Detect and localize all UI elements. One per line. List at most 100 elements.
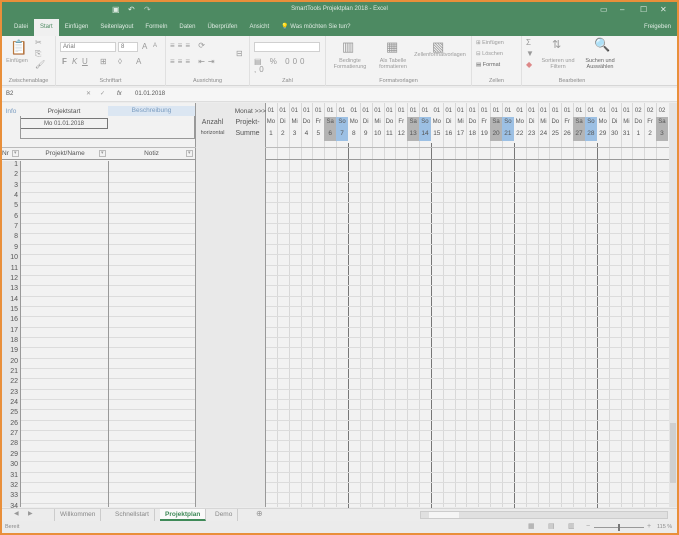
delete-cells-button[interactable]: ⊟ Löschen: [476, 51, 503, 57]
row-line: [265, 316, 669, 318]
clipboard-label: Zwischenablage: [8, 78, 49, 84]
tab-ansicht[interactable]: Ansicht: [243, 19, 275, 36]
window-title: SmartTools Projektplan 2018 - Excel: [291, 6, 388, 12]
day-month: 01: [409, 108, 417, 114]
horizontal-scrollbar[interactable]: [420, 511, 668, 519]
fx-icon[interactable]: fx: [117, 91, 122, 97]
sheet-tab-projektplan[interactable]: Projektplan: [160, 509, 207, 521]
cancel-icon[interactable]: ✕: [86, 91, 91, 97]
filter-dropdown-icon[interactable]: ▾: [186, 150, 193, 157]
row-number: 31: [10, 471, 18, 479]
format-cells-button[interactable]: ▤ Format: [476, 62, 500, 68]
find-icon: 🔍: [594, 37, 611, 52]
italic-icon[interactable]: K: [72, 58, 77, 66]
conditional-format-button[interactable]: Bedingte Formatierung: [328, 58, 372, 70]
maximize-icon[interactable]: ☐: [640, 6, 647, 14]
row-number: 3: [14, 181, 18, 189]
row-line: [265, 502, 669, 504]
tab-einfuegen[interactable]: Einfügen: [59, 19, 95, 36]
day-month: 01: [563, 108, 571, 114]
next-sheet-icon[interactable]: ▶: [28, 511, 33, 517]
page-break-icon[interactable]: ▥: [568, 523, 575, 530]
font-label: Schriftart: [99, 78, 122, 84]
sheet-tab-demo[interactable]: Demo: [210, 509, 239, 521]
anzahl-label: Anzahl: [201, 119, 224, 126]
alignment-group: ≡≡≡ ⟳ ≡≡≡ ⇤⇥ ⊟ Ausrichtung: [166, 36, 250, 86]
tab-start[interactable]: Start: [34, 19, 59, 36]
horizontal-align-icons[interactable]: ≡≡≡ ⇤⇥: [170, 58, 218, 66]
merge-icon[interactable]: ⊟: [236, 50, 243, 58]
autosum-icon[interactable]: Σ: [526, 39, 531, 47]
horizontal-scroll-thumb[interactable]: [429, 512, 459, 518]
zoom-slider-handle[interactable]: [618, 524, 620, 531]
format-as-table-button[interactable]: Als Tabelle formatieren: [374, 58, 412, 70]
row-line: [265, 336, 669, 338]
normal-view-icon[interactable]: ▦: [528, 523, 535, 530]
tell-me-search[interactable]: 💡 Was möchten Sie tun?: [275, 19, 356, 36]
tab-datei[interactable]: Datei: [8, 19, 34, 36]
row-number: 2: [14, 171, 18, 179]
number-format-select[interactable]: [254, 42, 320, 52]
day-number: 5: [316, 130, 321, 137]
share-button[interactable]: Freigeben: [638, 19, 677, 36]
decrease-font-icon[interactable]: A: [153, 43, 157, 49]
worksheet[interactable]: Info Projektstart Beschreibung Mo 01.01.…: [2, 103, 669, 533]
row-number: 21: [10, 368, 18, 375]
zoom-level: 115 %: [657, 524, 673, 530]
tab-seitenlayout[interactable]: Seitenlayout: [94, 19, 139, 36]
day-weekday: Mi: [623, 119, 630, 125]
tab-ueberpruefen[interactable]: Überprüfen: [201, 19, 243, 36]
cut-icon[interactable]: ✂: [35, 39, 42, 47]
increase-font-icon[interactable]: A: [142, 43, 147, 51]
close-icon[interactable]: ✕: [660, 6, 667, 14]
row-number: 23: [10, 388, 18, 396]
sort-filter-button[interactable]: Sortieren und Filtern: [540, 58, 576, 70]
sheet-tab-schnellstart[interactable]: Schnellstart: [110, 509, 155, 521]
sheet-tab-willkommen[interactable]: Willkommen: [54, 509, 102, 521]
vertical-align-icons[interactable]: ≡≡≡ ⟳: [170, 42, 208, 50]
page-layout-icon[interactable]: ▤: [548, 523, 555, 530]
add-sheet-icon[interactable]: ⊕: [256, 510, 263, 518]
fill-icon[interactable]: ▼: [526, 50, 534, 58]
vertical-scrollbar[interactable]: [669, 103, 677, 507]
vertical-scroll-thumb[interactable]: [670, 423, 676, 483]
day-month: 01: [623, 108, 630, 114]
day-weekday: Sa: [575, 119, 583, 125]
row-number: 29: [10, 450, 18, 458]
zoom-out-icon[interactable]: −: [586, 523, 590, 530]
formula-input[interactable]: 01.01.2018: [135, 91, 165, 97]
cell-styles-button[interactable]: Zellenformatvorlagen: [412, 52, 468, 58]
tab-formeln[interactable]: Formeln: [139, 19, 173, 36]
font-name-select[interactable]: Arial: [60, 42, 116, 52]
editing-group: Σ ▼ ◆ ⇅ Sortieren und Filtern 🔍 Suchen u…: [522, 36, 622, 86]
copy-icon[interactable]: ⎘: [35, 50, 41, 58]
prev-sheet-icon[interactable]: ◀: [14, 511, 19, 517]
row-number: 11: [10, 264, 18, 272]
format-as-table-icon: ▦: [386, 39, 399, 54]
row-line: [265, 212, 669, 214]
day-weekday: Fr: [315, 119, 322, 125]
insert-cells-button[interactable]: ⊞ Einfügen: [476, 40, 504, 46]
bold-icon[interactable]: F: [62, 58, 67, 66]
zoom-in-icon[interactable]: +: [647, 523, 651, 530]
filter-dropdown-icon[interactable]: ▾: [99, 150, 106, 157]
ribbon-display-icon[interactable]: ▭: [600, 6, 608, 14]
projekt-label: Projekt-: [235, 119, 260, 126]
fill-color-icon[interactable]: ◊: [118, 58, 122, 66]
border-icon[interactable]: ⊞: [100, 58, 107, 66]
font-group: Arial 8 A A F K U ⊞ ◊ A Schriftart: [56, 36, 166, 86]
name-box[interactable]: B2: [6, 91, 13, 97]
clear-icon[interactable]: ◆: [526, 61, 532, 69]
paste-button[interactable]: Einfügen: [4, 58, 30, 64]
enter-icon[interactable]: ✓: [100, 91, 105, 97]
font-size-select[interactable]: 8: [118, 42, 138, 52]
format-painter-icon[interactable]: 🖌: [35, 61, 45, 69]
underline-icon[interactable]: U: [82, 58, 88, 66]
font-color-icon[interactable]: A: [136, 58, 141, 66]
find-select-button[interactable]: Suchen und Auswählen: [580, 58, 620, 70]
filter-dropdown-icon[interactable]: ▾: [12, 150, 19, 157]
row-number: 8: [14, 233, 18, 241]
tab-daten[interactable]: Daten: [173, 19, 201, 36]
minimize-icon[interactable]: –: [620, 6, 624, 14]
number-format-icons[interactable]: ▤ % 000 ,0: [254, 58, 325, 74]
